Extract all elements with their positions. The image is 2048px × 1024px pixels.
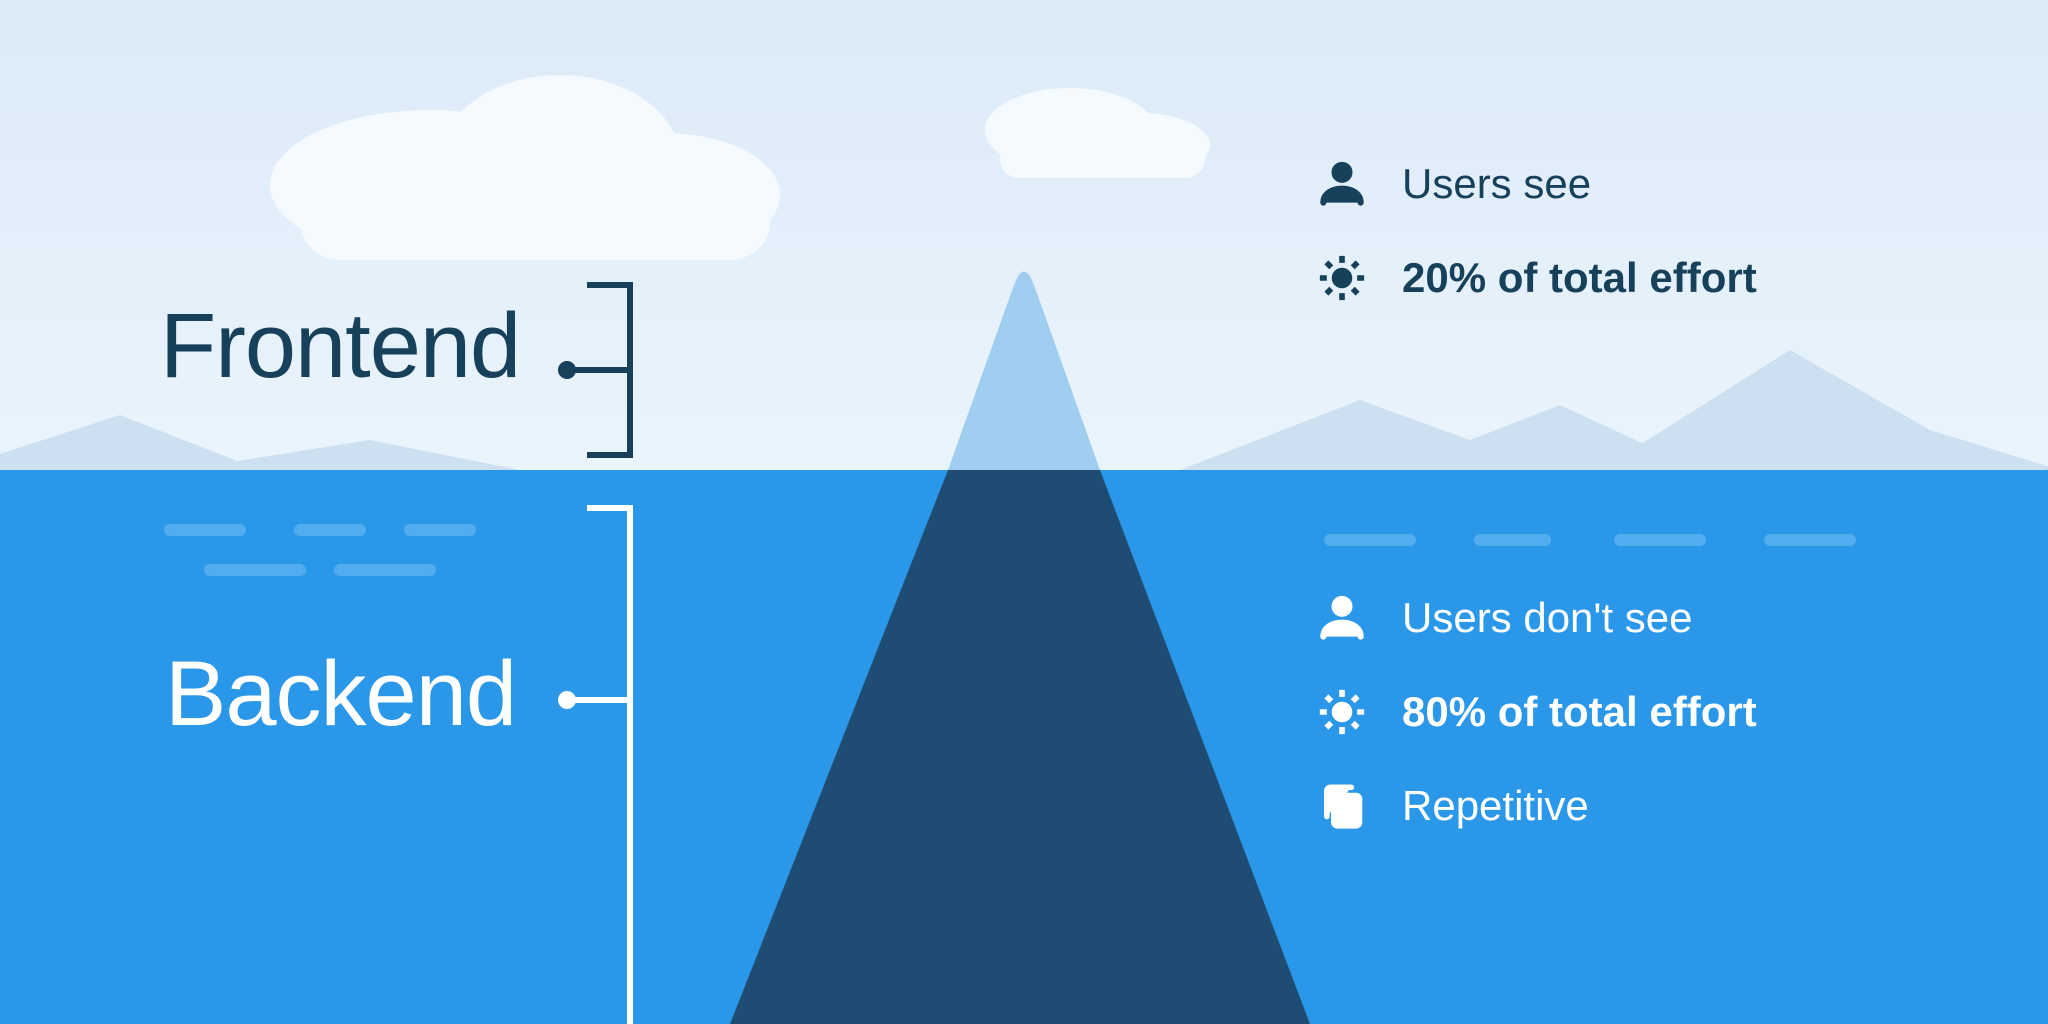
copy-icon xyxy=(1312,776,1372,836)
frontend-visibility-text: Users see xyxy=(1402,163,1591,205)
backend-repetitive-row: Repetitive xyxy=(1312,776,1757,836)
frontend-info: Users see 20% of total effort xyxy=(1312,154,1757,308)
backend-visibility-row: Users don't see xyxy=(1312,588,1757,648)
frontend-label: Frontend xyxy=(160,300,520,392)
backend-effort-text: 80% of total effort xyxy=(1402,691,1757,733)
gear-icon xyxy=(1312,682,1372,742)
frontend-visibility-row: Users see xyxy=(1312,154,1757,214)
backend-effort-row: 80% of total effort xyxy=(1312,682,1757,742)
backend-visibility-text: Users don't see xyxy=(1402,597,1693,639)
backend-info: Users don't see 80% of total effort Repe… xyxy=(1312,588,1757,836)
frontend-effort-row: 20% of total effort xyxy=(1312,248,1757,308)
frontend-effort-text: 20% of total effort xyxy=(1402,257,1757,299)
gear-icon xyxy=(1312,248,1372,308)
user-icon xyxy=(1312,154,1372,214)
user-icon xyxy=(1312,588,1372,648)
backend-repetitive-text: Repetitive xyxy=(1402,785,1589,827)
iceberg-diagram: Frontend Backend Users see 20% of total … xyxy=(0,0,2048,1024)
backend-label: Backend xyxy=(165,648,516,740)
